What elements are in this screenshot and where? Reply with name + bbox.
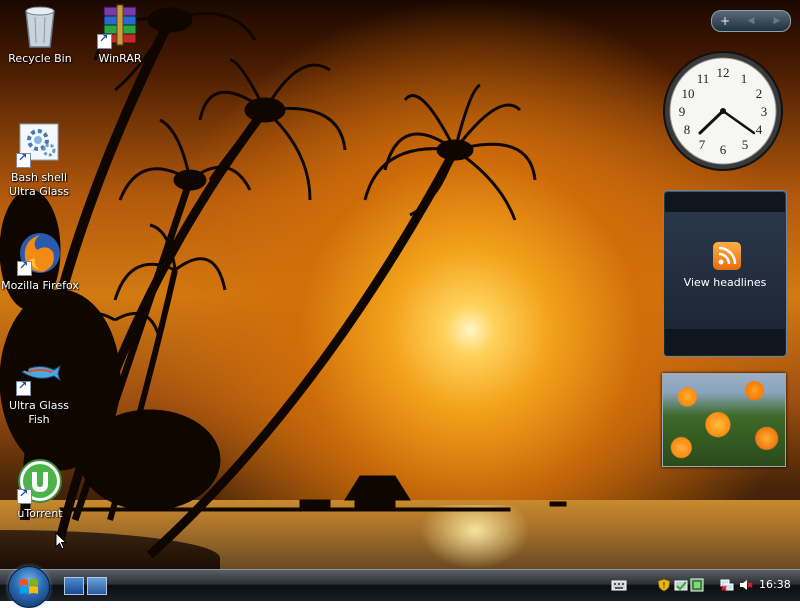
shortcut-arrow-icon bbox=[17, 487, 32, 504]
utorrent-icon bbox=[17, 458, 63, 504]
previous-page-button[interactable]: ◀ bbox=[738, 16, 764, 26]
clock-face: 12 1 2 3 4 5 6 7 8 9 10 11 bbox=[663, 51, 783, 171]
clock-number-4: 4 bbox=[756, 122, 763, 137]
desktop[interactable]: Recycle Bin WinRAR Bash shell Ultra bbox=[0, 0, 800, 569]
mouse-cursor-icon bbox=[55, 532, 67, 550]
clock-number-8: 8 bbox=[684, 122, 691, 137]
taskbar: ! 16:38 bbox=[0, 566, 800, 608]
windows-orb-icon bbox=[20, 579, 38, 594]
desktop-icon-label: uTorrent bbox=[17, 507, 63, 520]
safely-remove-icon[interactable] bbox=[674, 578, 688, 592]
keyboard-icon[interactable] bbox=[611, 578, 627, 592]
hardware-icon[interactable] bbox=[690, 578, 704, 592]
clock-number-12: 12 bbox=[717, 65, 730, 80]
rss-icon bbox=[713, 242, 741, 270]
desktop-icon-label: WinRAR bbox=[98, 52, 142, 65]
desktop-icon-label: Bash shell Ultra Glass bbox=[9, 171, 69, 198]
network-icon[interactable] bbox=[720, 578, 734, 592]
security-shield-icon[interactable]: ! bbox=[657, 578, 671, 592]
firefox-icon bbox=[17, 230, 63, 276]
shortcut-arrow-icon bbox=[97, 32, 112, 49]
feed-headlines-gadget[interactable]: View headlines bbox=[663, 190, 787, 357]
clock-number-6: 6 bbox=[720, 142, 727, 157]
clock-number-9: 9 bbox=[679, 104, 686, 119]
sidebar-gadget-toolbar: + ◀ ▶ bbox=[711, 10, 791, 32]
shortcut-arrow-icon bbox=[16, 379, 31, 396]
switch-windows-icon[interactable] bbox=[87, 577, 107, 595]
volume-muted-icon[interactable] bbox=[739, 578, 753, 592]
desktop-icon-bash-shell[interactable]: Bash shell Ultra Glass bbox=[0, 122, 78, 199]
desktop-icon-utorrent[interactable]: uTorrent bbox=[1, 458, 79, 521]
desktop-icon-recycle-bin[interactable]: Recycle Bin bbox=[1, 3, 79, 66]
desktop-icon-label: Recycle Bin bbox=[8, 52, 72, 65]
show-desktop-icon[interactable] bbox=[64, 577, 84, 595]
slideshow-gadget[interactable] bbox=[662, 373, 786, 467]
clock-gadget[interactable]: 12 1 2 3 4 5 6 7 8 9 10 11 bbox=[662, 50, 784, 172]
svg-text:!: ! bbox=[662, 581, 665, 590]
desktop-icon-firefox[interactable]: Mozilla Firefox bbox=[1, 230, 79, 293]
clock-number-3: 3 bbox=[761, 104, 768, 119]
desktop-icon-label: Mozilla Firefox bbox=[1, 279, 79, 292]
shortcut-arrow-icon bbox=[17, 259, 32, 276]
clock-number-10: 10 bbox=[682, 86, 695, 101]
desktop-icon-fish[interactable]: Ultra Glass Fish bbox=[0, 350, 78, 427]
clock-number-5: 5 bbox=[742, 137, 749, 152]
winrar-icon bbox=[97, 3, 143, 49]
gear-icon bbox=[16, 122, 62, 168]
clock-number-7: 7 bbox=[699, 137, 706, 152]
add-gadget-button[interactable]: + bbox=[712, 14, 738, 28]
start-button[interactable] bbox=[8, 566, 50, 608]
view-headlines-link[interactable]: View headlines bbox=[664, 276, 786, 289]
clock-number-2: 2 bbox=[756, 86, 763, 101]
desktop-icon-winrar[interactable]: WinRAR bbox=[81, 3, 159, 66]
shortcut-arrow-icon bbox=[16, 151, 31, 168]
recycle-bin-icon bbox=[17, 3, 63, 49]
next-page-button[interactable]: ▶ bbox=[764, 16, 790, 26]
desktop-icon-label: Ultra Glass Fish bbox=[9, 399, 69, 426]
fish-icon bbox=[16, 350, 62, 396]
clock-number-1: 1 bbox=[741, 71, 748, 86]
clock-number-11: 11 bbox=[697, 71, 710, 86]
taskbar-clock[interactable]: 16:38 bbox=[759, 578, 791, 591]
